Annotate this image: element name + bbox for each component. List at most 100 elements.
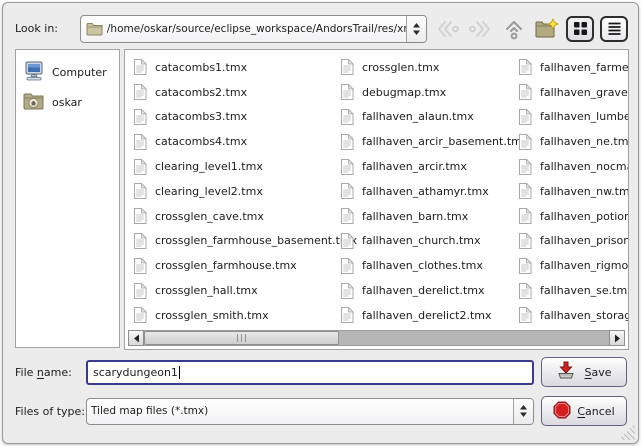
sidebar-item-oskar[interactable]: oskar [20, 87, 115, 117]
file-name-text: catacombs2.tmx [155, 86, 247, 99]
file-item[interactable]: fallhaven_nw.tmx [514, 179, 628, 204]
file-item[interactable]: fallhaven_derelict.tmx [336, 278, 514, 303]
file-name-label: File name: [15, 366, 86, 379]
file-name-text: fallhaven_clothes.tmx [362, 259, 483, 272]
look-in-combobox[interactable]: /home/oskar/source/eclipse_workspace/And… [80, 15, 427, 43]
sidebar-item-label: oskar [52, 96, 82, 109]
file-item[interactable]: crossglen_cave.tmx [129, 204, 336, 229]
file-item[interactable]: fallhaven_nocma [514, 154, 628, 179]
save-button-label: Save [584, 366, 611, 379]
home-folder-icon [23, 92, 45, 113]
forward-button[interactable] [467, 15, 494, 42]
document-icon [518, 258, 532, 274]
combo-spinner-icon[interactable] [406, 16, 426, 42]
file-item[interactable]: fallhaven_athamyr.tmx [336, 179, 514, 204]
file-item[interactable]: fallhaven_barn.tmx [336, 204, 514, 229]
file-item[interactable]: fallhaven_arcir_basement.tmx [336, 129, 514, 154]
file-name-row: File name: scarydungeon1 Save [15, 357, 628, 387]
document-icon [133, 208, 147, 224]
file-name-text: fallhaven_church.tmx [362, 234, 481, 247]
file-list-panel: catacombs1.tmx catacombs2.tmx [124, 49, 629, 350]
back-button[interactable] [434, 15, 461, 42]
computer-icon [23, 61, 45, 84]
save-button[interactable]: Save [541, 357, 627, 387]
sidebar-item-computer[interactable]: Computer [20, 57, 115, 87]
file-name-text: catacombs3.tmx [155, 110, 247, 123]
file-item[interactable]: crossglen_farmhouse.tmx [129, 253, 336, 278]
scrollbar-track[interactable] [144, 330, 609, 346]
new-folder-button[interactable] [533, 15, 560, 42]
text-caret [179, 366, 180, 379]
cancel-button-label: Cancel [577, 405, 614, 418]
file-name-text: fallhaven_arcir_basement.tmx [362, 135, 528, 148]
cancel-button[interactable]: Cancel [541, 396, 627, 426]
file-item[interactable]: fallhaven_alaun.tmx [336, 105, 514, 130]
document-icon [133, 84, 147, 100]
file-name-text: crossglen_cave.tmx [155, 210, 264, 223]
file-type-combobox[interactable]: Tiled map files (*.tmx) [86, 398, 534, 425]
file-item[interactable]: fallhaven_clothes.tmx [336, 253, 514, 278]
file-item[interactable]: fallhaven_potion [514, 204, 628, 229]
file-item[interactable]: catacombs3.tmx [129, 105, 336, 130]
file-name-text: clearing_level1.tmx [155, 160, 263, 173]
file-item[interactable]: catacombs2.tmx [129, 80, 336, 105]
stop-sign-icon [553, 401, 571, 422]
file-item[interactable]: crossglen_hall.tmx [129, 278, 336, 303]
file-type-row: Files of type: Tiled map files (*.tmx) C… [15, 396, 628, 426]
file-name-text: crossglen_farmhouse.tmx [155, 259, 297, 272]
document-icon [518, 283, 532, 299]
file-name-text: fallhaven_arcir.tmx [362, 160, 467, 173]
places-sidebar: Computer oskar [15, 49, 120, 348]
file-item[interactable]: crossglen.tmx [336, 55, 514, 80]
back-icon [435, 19, 460, 39]
file-item[interactable]: fallhaven_arcir.tmx [336, 154, 514, 179]
file-name-text: fallhaven_nocma [540, 160, 628, 173]
file-item[interactable]: catacombs1.tmx [129, 55, 336, 80]
grid-view-button[interactable] [566, 16, 594, 42]
file-name-text: clearing_level2.tmx [155, 185, 263, 198]
file-item[interactable]: clearing_level1.tmx [129, 154, 336, 179]
scrollbar-left-arrow-icon[interactable] [128, 330, 144, 346]
grid-view-icon [573, 21, 588, 36]
file-item[interactable]: debugmap.tmx [336, 80, 514, 105]
file-item[interactable]: catacombs4.tmx [129, 129, 336, 154]
document-icon [133, 134, 147, 150]
document-icon [518, 307, 532, 323]
document-icon [340, 109, 354, 125]
up-folder-button[interactable] [500, 15, 527, 42]
file-grid: catacombs1.tmx catacombs2.tmx [129, 55, 628, 327]
document-icon [340, 159, 354, 175]
file-item[interactable]: crossglen_farmhouse_basement.tmx [129, 229, 336, 254]
file-item[interactable]: fallhaven_lumber [514, 105, 628, 130]
file-name-text: crossglen_hall.tmx [155, 284, 258, 297]
file-name-text: fallhaven_graved [540, 86, 628, 99]
document-icon [340, 258, 354, 274]
document-icon [518, 84, 532, 100]
file-item[interactable]: fallhaven_church.tmx [336, 229, 514, 254]
file-item[interactable]: fallhaven_prison [514, 229, 628, 254]
file-item[interactable]: fallhaven_se.tmx [514, 278, 628, 303]
document-icon [133, 59, 147, 75]
combo-spinner-icon[interactable] [513, 399, 533, 424]
file-name-text: fallhaven_alaun.tmx [362, 110, 474, 123]
file-item[interactable]: fallhaven_farmer [514, 55, 628, 80]
scrollbar-right-arrow-icon[interactable] [609, 330, 625, 346]
document-icon [518, 233, 532, 249]
file-item[interactable]: fallhaven_derelict2.tmx [336, 303, 514, 327]
document-icon [133, 109, 147, 125]
file-type-value: Tiled map files (*.tmx) [87, 405, 513, 417]
list-view-button[interactable] [600, 16, 628, 42]
scrollbar-thumb[interactable] [144, 331, 339, 345]
document-icon [133, 283, 147, 299]
file-item[interactable]: clearing_level2.tmx [129, 179, 336, 204]
file-item[interactable]: fallhaven_ne.tmx [514, 129, 628, 154]
file-item[interactable]: fallhaven_graved [514, 80, 628, 105]
file-item[interactable]: fallhaven_rigmor [514, 253, 628, 278]
file-name-text: crossglen_smith.tmx [155, 309, 269, 322]
file-item[interactable]: crossglen_smith.tmx [129, 303, 336, 327]
file-name-text: fallhaven_potion [540, 210, 628, 223]
file-item[interactable]: fallhaven_storag [514, 303, 628, 327]
horizontal-scrollbar[interactable] [128, 330, 625, 346]
file-name-input[interactable]: scarydungeon1 [86, 360, 534, 385]
nav-buttons [434, 15, 628, 42]
